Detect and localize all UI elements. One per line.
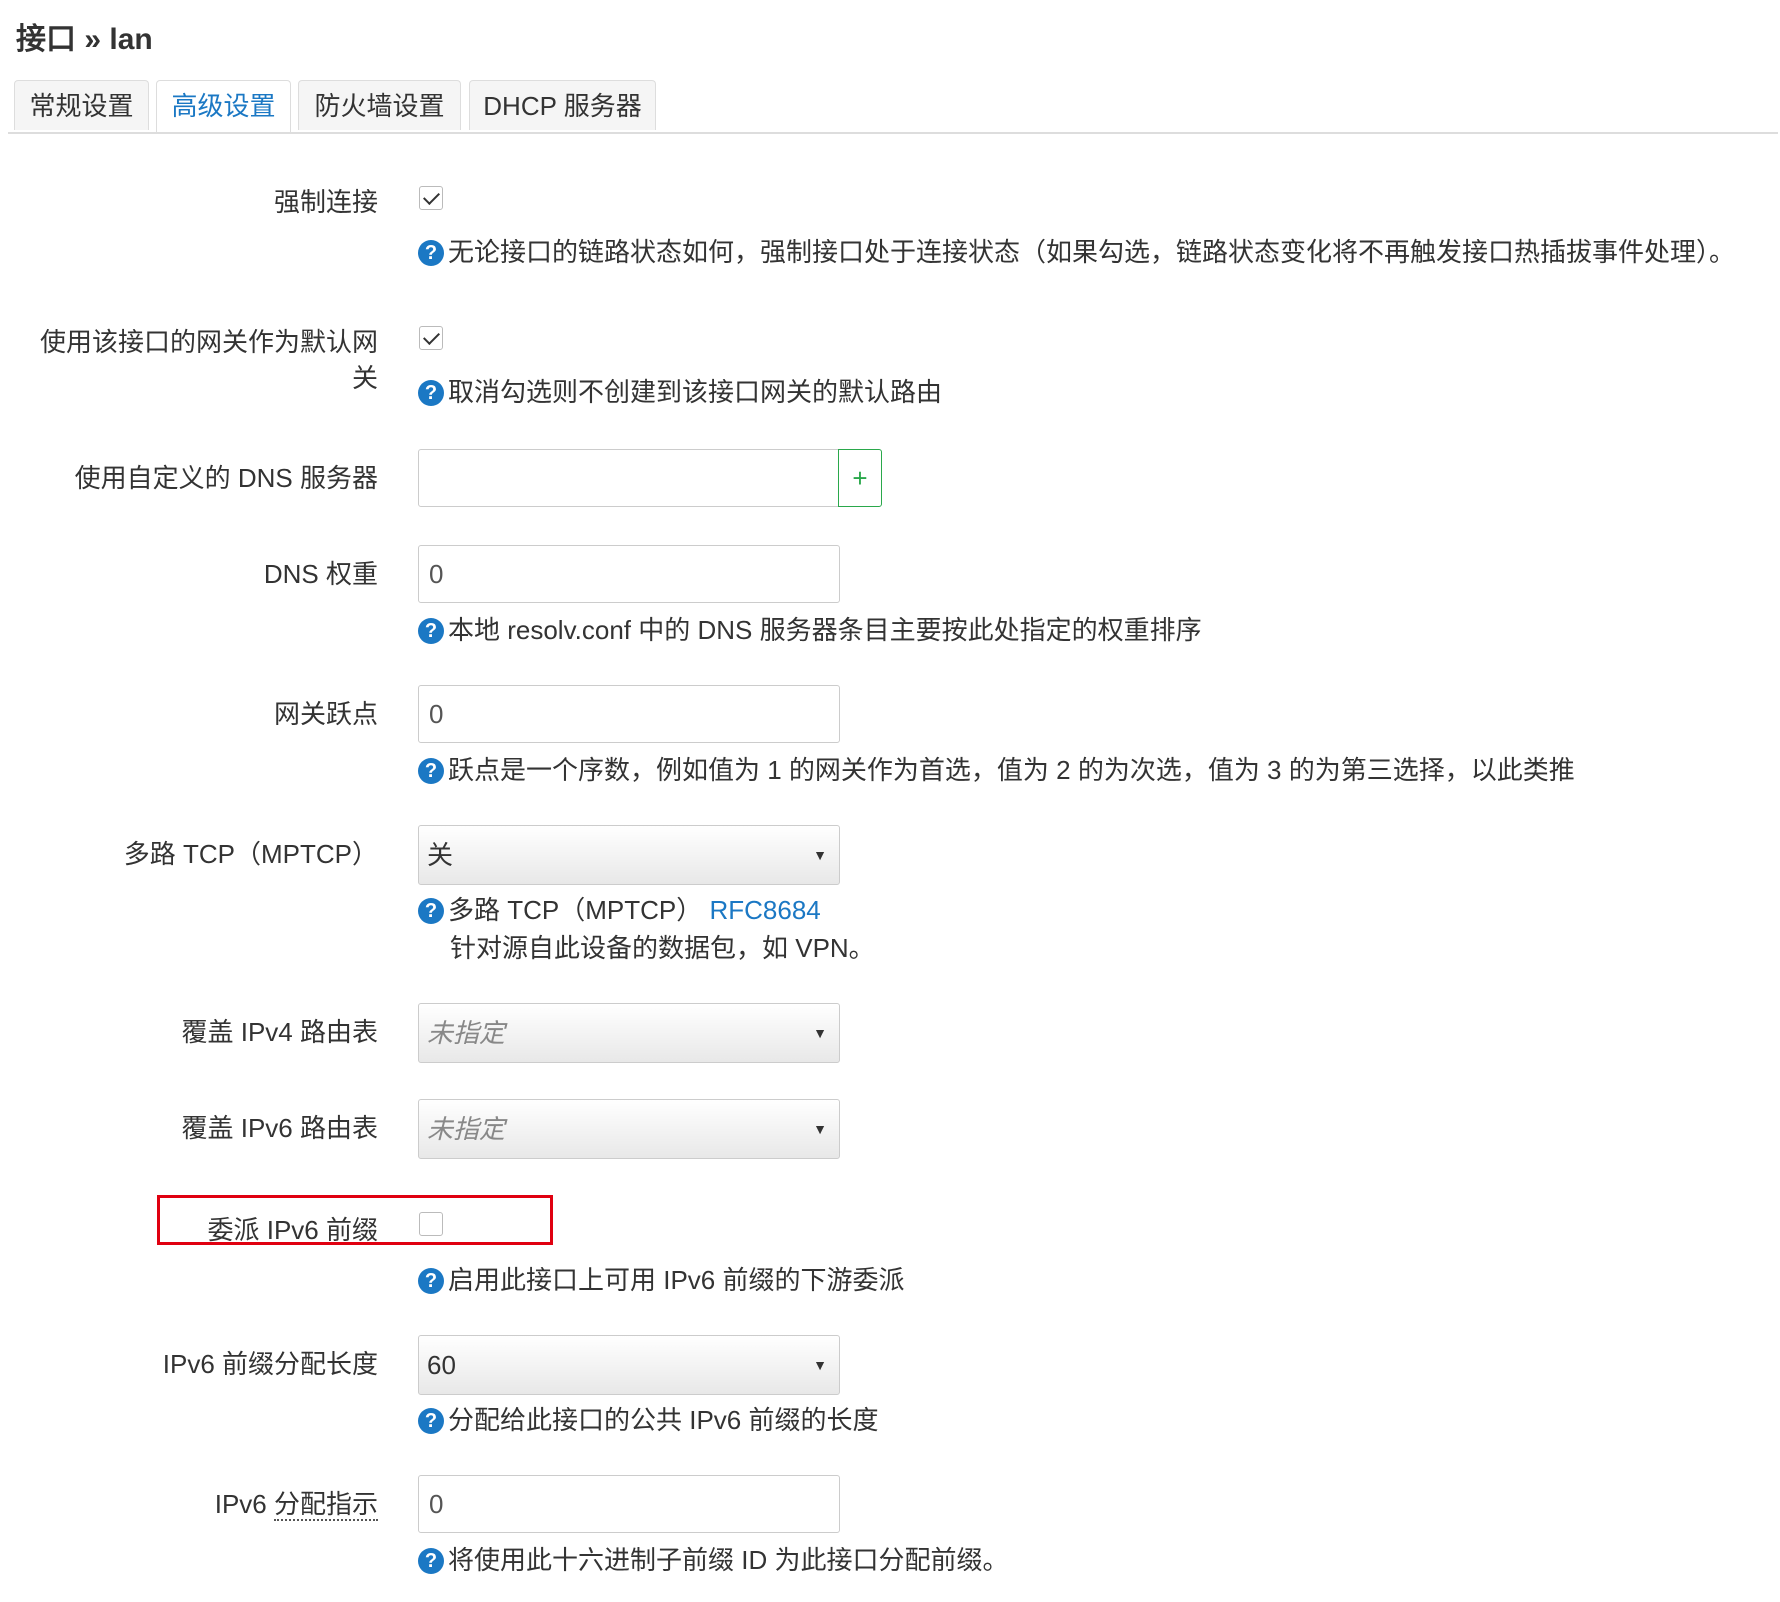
gateway-metric-help-text: 跃点是一个序数，例如值为 1 的网关作为首选，值为 2 的为次选，值为 3 的为… <box>448 755 1575 785</box>
ipv6-table-select[interactable]: 未指定 ▼ <box>418 1099 840 1159</box>
ip6hint-label: IPv6 分配指示 <box>18 1486 378 1522</box>
ipv4-table-select[interactable]: 未指定 ▼ <box>418 1003 840 1063</box>
page-title: 接口 » lan <box>16 23 153 56</box>
question-circle-icon: ? <box>418 1408 444 1434</box>
delegate-ipv6-label: 委派 IPv6 前缀 <box>207 1215 378 1245</box>
caret-down-icon: ▼ <box>813 847 827 863</box>
question-circle-icon: ? <box>418 1268 444 1294</box>
force-link-help: ? 无论接口的链路状态如何，强制接口处于连接状态（如果勾选，链路状态变化将不再触发… <box>418 234 1735 270</box>
ip6hint-label-dotted: 分配指示 <box>273 1489 378 1521</box>
mptcp-select-value: 关 <box>427 840 454 870</box>
default-gateway-checkbox[interactable] <box>419 326 443 350</box>
force-link-checkbox[interactable] <box>419 186 443 210</box>
ip6assign-select[interactable]: 60 ▼ <box>418 1335 840 1395</box>
add-dns-button[interactable]: + <box>838 449 882 507</box>
gateway-metric-label: 网关跃点 <box>273 699 378 729</box>
mptcp-help-line2: 针对源自此设备的数据包，如 VPN。 <box>450 933 875 963</box>
question-circle-icon: ? <box>418 1548 444 1574</box>
caret-down-icon: ▼ <box>813 1025 827 1041</box>
dns-weight-input[interactable]: 0 <box>418 545 840 603</box>
ip6assign-select-value: 60 <box>427 1350 456 1380</box>
tab-firewall-settings[interactable]: 防火墙设置 <box>298 80 461 130</box>
mptcp-select[interactable]: 关 ▼ <box>418 825 840 885</box>
default-gateway-label-line1: 使用该接口的网关作为默认网 <box>39 327 378 357</box>
ip6hint-input[interactable]: 0 <box>418 1475 840 1533</box>
custom-dns-label: 使用自定义的 DNS 服务器 <box>74 463 378 493</box>
ipv6-table-label: 覆盖 IPv6 路由表 <box>181 1113 378 1143</box>
ip6hint-label-prefix: IPv6 <box>214 1489 267 1519</box>
ip6assign-help-text: 分配给此接口的公共 IPv6 前缀的长度 <box>448 1405 879 1435</box>
ip6assign-help: ? 分配给此接口的公共 IPv6 前缀的长度 <box>418 1402 878 1438</box>
question-circle-icon: ? <box>418 618 444 644</box>
dns-weight-help: ? 本地 resolv.conf 中的 DNS 服务器条目主要按此处指定的权重排序 <box>418 612 1202 648</box>
ip6hint-help-text: 将使用此十六进制子前缀 ID 为此接口分配前缀。 <box>448 1545 1009 1575</box>
question-circle-icon: ? <box>418 758 444 784</box>
gateway-metric-input[interactable]: 0 <box>418 685 840 743</box>
ip6hint-help: ? 将使用此十六进制子前缀 ID 为此接口分配前缀。 <box>418 1542 1008 1578</box>
force-link-label: 强制连接 <box>273 187 378 217</box>
tab-general-settings[interactable]: 常规设置 <box>14 80 149 130</box>
question-circle-icon: ? <box>418 240 444 266</box>
ip6assign-label: IPv6 前缀分配长度 <box>162 1349 378 1379</box>
mptcp-help: ? 多路 TCP（MPTCP） RFC8684 <box>418 892 821 928</box>
question-circle-icon: ? <box>418 898 444 924</box>
rfc8684-link[interactable]: RFC8684 <box>709 895 820 925</box>
default-gateway-label-line2: 关 <box>351 363 378 393</box>
force-link-help-text: 无论接口的链路状态如何，强制接口处于连接状态（如果勾选，链路状态变化将不再触发接… <box>448 237 1736 267</box>
question-circle-icon: ? <box>418 380 444 406</box>
mptcp-label: 多路 TCP（MPTCP） <box>123 839 378 869</box>
ipv4-table-select-value: 未指定 <box>427 1018 506 1048</box>
caret-down-icon: ▼ <box>813 1357 827 1373</box>
dns-weight-label: DNS 权重 <box>263 559 378 589</box>
custom-dns-input[interactable] <box>418 449 839 507</box>
default-gateway-help: ? 取消勾选则不创建到该接口网关的默认路由 <box>418 374 942 410</box>
tab-bar: 常规设置 高级设置 防火墙设置 DHCP 服务器 <box>8 80 1778 134</box>
default-gateway-help-text: 取消勾选则不创建到该接口网关的默认路由 <box>448 377 943 407</box>
delegate-ipv6-help: ? 启用此接口上可用 IPv6 前缀的下游委派 <box>418 1262 904 1298</box>
caret-down-icon: ▼ <box>813 1121 827 1137</box>
tab-dhcp-server[interactable]: DHCP 服务器 <box>469 80 656 130</box>
mptcp-help-text: 多路 TCP（MPTCP） <box>448 895 703 925</box>
delegate-ipv6-checkbox[interactable] <box>419 1212 443 1236</box>
ipv6-table-select-value: 未指定 <box>427 1114 506 1144</box>
gateway-metric-help: ? 跃点是一个序数，例如值为 1 的网关作为首选，值为 2 的为次选，值为 3 的… <box>418 752 1575 788</box>
default-gateway-label: 使用该接口的网关作为默认网 关 <box>18 324 378 396</box>
tab-advanced-settings[interactable]: 高级设置 <box>156 80 291 132</box>
ipv4-table-label: 覆盖 IPv4 路由表 <box>181 1017 378 1047</box>
dns-weight-help-text: 本地 resolv.conf 中的 DNS 服务器条目主要按此处指定的权重排序 <box>448 615 1202 645</box>
delegate-ipv6-help-text: 启用此接口上可用 IPv6 前缀的下游委派 <box>448 1265 905 1295</box>
